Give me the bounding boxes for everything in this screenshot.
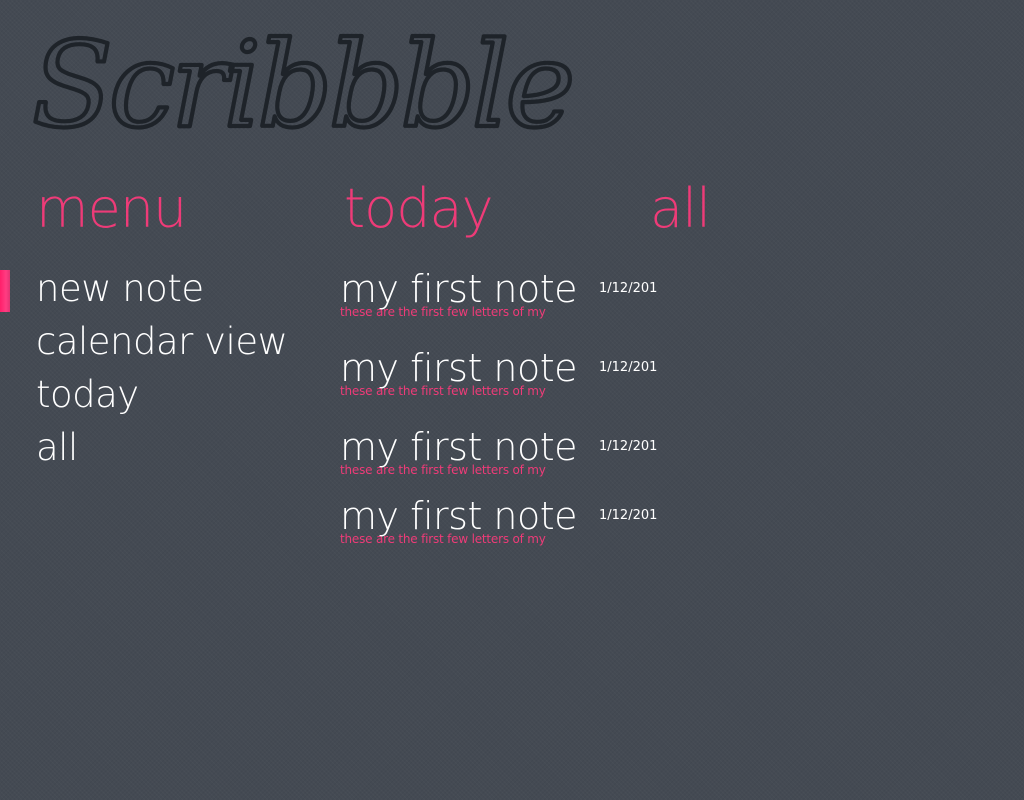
menu-list: new note calendar view today all	[36, 262, 288, 474]
menu-section-header[interactable]: menu	[36, 170, 187, 248]
note-preview: these are the first few letters of my	[340, 463, 546, 477]
note-item[interactable]: my first note 1/12/201 these are the fir…	[340, 422, 700, 490]
note-date: 1/12/201	[599, 281, 658, 296]
note-item[interactable]: my first note 1/12/201 these are the fir…	[340, 343, 700, 411]
note-item[interactable]: my first note 1/12/201 these are the fir…	[340, 264, 700, 332]
note-preview: these are the first few letters of my	[340, 532, 546, 546]
menu-selection-indicator	[0, 270, 10, 312]
app-logo: Scribbble	[26, 6, 577, 156]
note-preview: these are the first few letters of my	[340, 305, 546, 319]
today-section-header[interactable]: today	[344, 170, 494, 248]
note-date: 1/12/201	[599, 508, 658, 523]
all-section-header[interactable]: all	[650, 170, 711, 248]
menu-item-new-note[interactable]: new note	[36, 262, 287, 315]
logo-text: Scribbble	[32, 16, 571, 154]
menu-item-today[interactable]: today	[36, 368, 287, 421]
menu-item-calendar-view[interactable]: calendar view	[36, 315, 288, 368]
note-date: 1/12/201	[599, 439, 658, 454]
note-date: 1/12/201	[599, 360, 658, 375]
menu-item-all[interactable]: all	[36, 421, 287, 474]
note-item[interactable]: my first note 1/12/201 these are the fir…	[340, 491, 700, 559]
logo-wordmark: Scribbble	[30, 14, 577, 156]
note-preview: these are the first few letters of my	[340, 384, 546, 398]
